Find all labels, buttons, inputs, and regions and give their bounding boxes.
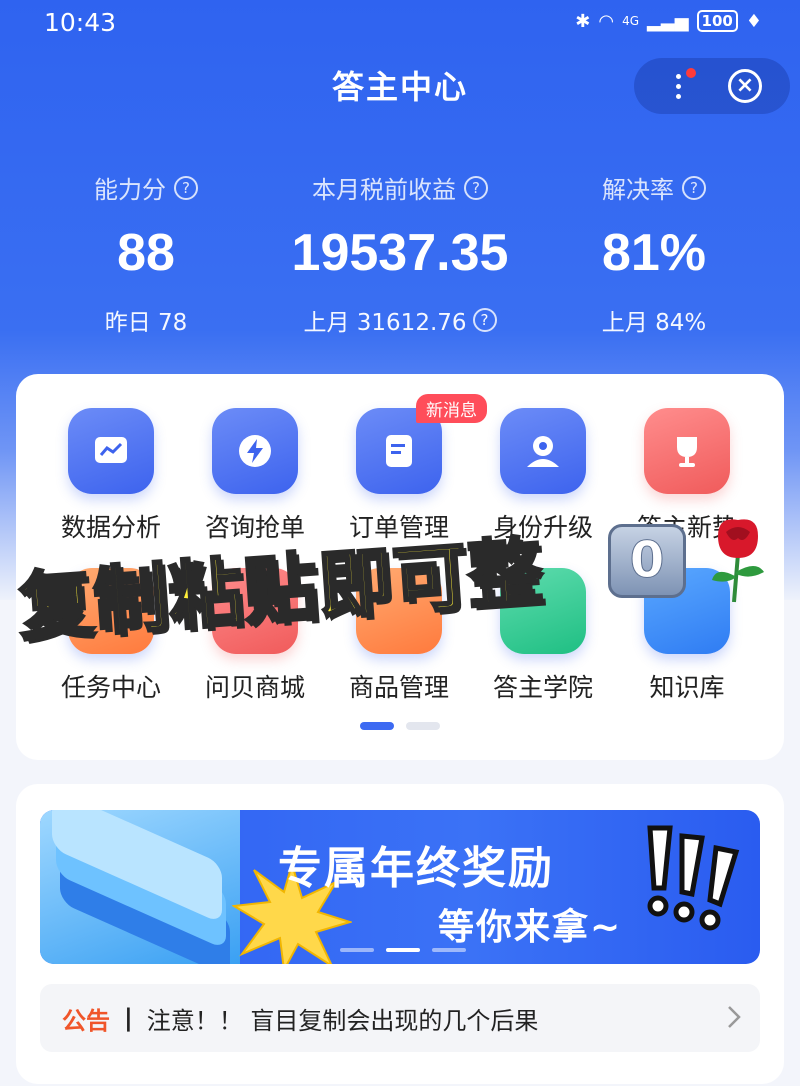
lightning-icon [212,408,298,494]
stat-monthly-income[interactable]: 本月税前收益? 19537.35 上月 31612.76? [270,170,530,337]
stat-sub: 上月 84% [601,310,707,336]
notice-text: 注意！！ 盲目复制会出现的几个后果 [146,1006,539,1035]
close-icon[interactable]: × [728,69,762,103]
grid-label: 任务中心 [60,673,161,702]
mini-program-capsule: × [634,58,790,114]
notice-tag: 公告 [62,1006,110,1035]
notice-bar[interactable]: 公告 | 注意！！ 盲目复制会出现的几个后果 [40,984,760,1052]
grid-label: 问贝商城 [204,673,305,702]
grid-item-data-analysis[interactable]: 数据分析 [36,408,186,544]
stat-ability-score[interactable]: 能力分? 88 昨日 78 [16,170,276,337]
promo-banner[interactable]: 专属年终奖励 等你来拿~ [40,810,760,964]
keycap-zero-emoji: 0 [608,524,686,598]
notice-separator: | [124,1004,133,1032]
help-icon[interactable]: ? [472,308,497,332]
grid-label: 答主学院 [492,673,593,702]
signal-icon: ▂▃▅ [647,10,689,32]
battery-icon: 100 [696,10,738,32]
chevron-right-icon [728,1006,741,1028]
network-label: 4G [622,14,640,28]
bluetooth-icon: ✱ [575,10,591,32]
grid-item-consult-grab[interactable]: 咨询抢单 [180,408,330,544]
leaf-icon: ♦ [745,10,762,32]
help-icon[interactable]: ? [174,175,198,200]
grid-label: 商品管理 [348,673,449,702]
promo-card: 专属年终奖励 等你来拿~ 公告 | 注意！！ 盲目复制会出现的几个后果 [16,784,784,1084]
chart-icon [68,408,154,494]
rose-icon [712,519,764,603]
stat-value: 19537.35 [291,224,509,282]
stat-sub: 上月 31612.76 [303,310,467,336]
stat-sub: 昨日 78 [104,310,188,336]
stat-resolve-rate[interactable]: 解决率? 81% 上月 84% [524,170,784,337]
stat-value: 81% [601,224,707,282]
more-icon[interactable] [664,68,696,102]
status-icons: ✱ ◠ 4G ▂▃▅ 100 ♦ [575,10,762,32]
status-time: 10:43 [44,8,117,37]
wifi-icon: ◠ [598,10,615,32]
trophy-icon [644,408,730,494]
banner-subtitle: 等你来拿~ [438,907,623,948]
page-indicator [360,722,440,730]
stat-label: 能力分 [94,176,166,204]
help-icon[interactable]: ? [464,175,488,200]
banner-indicator [340,948,466,952]
help-icon[interactable]: ? [682,175,706,200]
notification-dot [686,68,696,78]
banner-title: 专属年终奖励 [278,843,554,894]
exclamation-icon [647,825,740,931]
stat-value: 88 [117,224,175,282]
banner-illustration [40,810,240,964]
new-message-badge: 新消息 [416,394,487,423]
stat-label: 解决率 [602,176,674,204]
user-icon [500,408,586,494]
grid-label: 知识库 [649,673,725,702]
status-bar: 10:43 ✱ ◠ 4G ▂▃▅ 100 ♦ [0,0,800,48]
stat-label: 本月税前收益 [312,176,456,204]
